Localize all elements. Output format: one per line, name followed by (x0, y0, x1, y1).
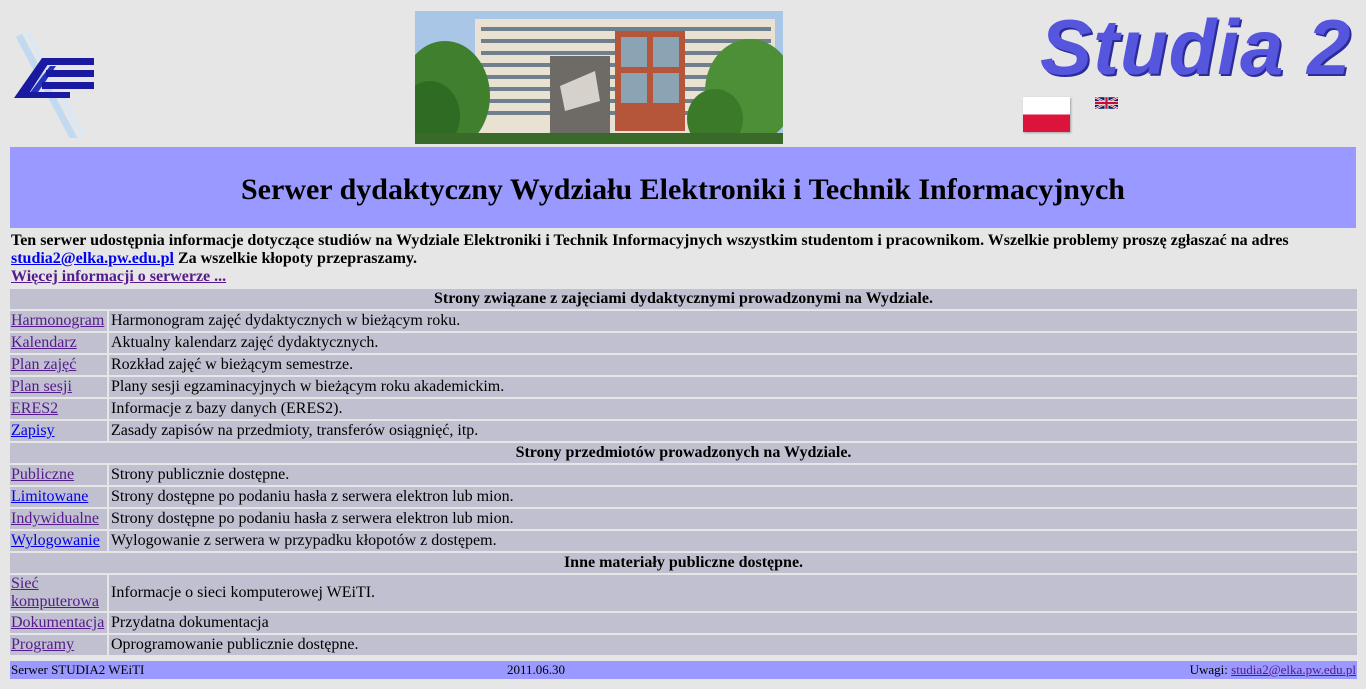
link-siec-komputerowa[interactable]: Sieć komputerowa (11, 575, 99, 610)
row-description: Oprogramowanie publicznie dostępne. (109, 635, 1357, 655)
link-wylogowanie[interactable]: Wylogowanie (11, 532, 100, 549)
link-zapisy[interactable]: Zapisy (11, 422, 55, 439)
table-row: Plan zajęć Rozkład zajęć w bieżącym seme… (10, 355, 1357, 375)
row-description: Zasady zapisów na przedmioty, transferów… (109, 421, 1357, 441)
link-limitowane[interactable]: Limitowane (11, 488, 88, 505)
link-publiczne[interactable]: Publiczne (11, 466, 74, 483)
link-indywidualne[interactable]: Indywidualne (11, 510, 99, 527)
table-row: Plan sesji Plany sesji egzaminacyjnych w… (10, 377, 1357, 397)
table-row: Publiczne Strony publicznie dostępne. (10, 465, 1357, 485)
link-plan-zajec[interactable]: Plan zajęć (11, 356, 76, 373)
table-row: Wylogowanie Wylogowanie z serwera w przy… (10, 531, 1357, 551)
table-row: Sieć komputerowa Informacje o sieci komp… (10, 575, 1357, 611)
section-heading: Strony przedmiotów prowadzonych na Wydzi… (10, 443, 1357, 463)
link-kalendarz[interactable]: Kalendarz (11, 334, 77, 351)
faculty-building-photo (415, 11, 783, 144)
weiti-logo-icon[interactable] (12, 28, 98, 142)
row-description: Plany sesji egzaminacyjnych w bieżącym r… (109, 377, 1357, 397)
footer-email-link[interactable]: studia2@elka.pw.edu.pl (1231, 662, 1356, 677)
link-harmonogram[interactable]: Harmonogram (11, 312, 104, 329)
table-row: Limitowane Strony dostępne po podaniu ha… (10, 487, 1357, 507)
section-heading: Strony związane z zajęciami dydaktycznym… (10, 289, 1357, 309)
page-footer: Serwer STUDIA2 WEiTI 2011.06.30 Uwagi: s… (10, 661, 1357, 679)
table-row: Harmonogram Harmonogram zajęć dydaktyczn… (10, 311, 1357, 331)
link-eres2[interactable]: ERES2 (11, 400, 58, 417)
footer-date: 2011.06.30 (507, 662, 566, 677)
page-title: Serwer dydaktyczny Wydziału Elektroniki … (241, 172, 1125, 206)
row-description: Harmonogram zajęć dydaktycznych w bieżąc… (109, 311, 1357, 331)
row-description: Informacje z bazy danych (ERES2). (109, 399, 1357, 419)
link-dokumentacja[interactable]: Dokumentacja (11, 614, 104, 631)
row-description: Rozkład zajęć w bieżącym semestrze. (109, 355, 1357, 375)
row-description: Przydatna dokumentacja (109, 613, 1357, 633)
intro-text: Ten serwer udostępnia informacje dotyczą… (11, 232, 1289, 249)
footer-remarks: Uwagi: studia2@elka.pw.edu.pl (1190, 661, 1356, 679)
intro-paragraph: Ten serwer udostępnia informacje dotyczą… (11, 232, 1356, 286)
section-header-row: Strony związane z zajęciami dydaktycznym… (10, 289, 1357, 309)
section-header-row: Strony przedmiotów prowadzonych na Wydzi… (10, 443, 1357, 463)
title-banner: Serwer dydaktyczny Wydziału Elektroniki … (10, 147, 1356, 228)
link-programy[interactable]: Programy (11, 636, 74, 653)
footer-server-name: Serwer STUDIA2 WEiTI (11, 662, 145, 677)
row-description: Informacje o sieci komputerowej WEiTI. (109, 575, 1357, 611)
footer-remarks-label: Uwagi: (1189, 662, 1228, 677)
table-row: Zapisy Zasady zapisów na przedmioty, tra… (10, 421, 1357, 441)
brand-logo: Studia 2 (1040, 3, 1352, 91)
row-description: Strony dostępne po podaniu hasła z serwe… (109, 487, 1357, 507)
table-row: Kalendarz Aktualny kalendarz zajęć dydak… (10, 333, 1357, 353)
row-description: Aktualny kalendarz zajęć dydaktycznych. (109, 333, 1357, 353)
link-plan-sesji[interactable]: Plan sesji (11, 378, 72, 395)
table-row: Programy Oprogramowanie publicznie dostę… (10, 635, 1357, 655)
british-flag-icon[interactable] (1094, 95, 1119, 111)
page-header: Studia 2 (0, 0, 1366, 147)
row-description: Wylogowanie z serwera w przypadku kłopot… (109, 531, 1357, 551)
table-row: Indywidualne Strony dostępne po podaniu … (10, 509, 1357, 529)
table-row: ERES2 Informacje z bazy danych (ERES2). (10, 399, 1357, 419)
contact-email-link[interactable]: studia2@elka.pw.edu.pl (11, 250, 174, 267)
row-description: Strony publicznie dostępne. (109, 465, 1357, 485)
links-table: Strony związane z zajęciami dydaktycznym… (10, 287, 1357, 657)
apology-text: Za wszelkie kłopoty przepraszamy. (177, 250, 418, 267)
row-description: Strony dostępne po podaniu hasła z serwe… (109, 509, 1357, 529)
more-info-link[interactable]: Więcej informacji o serwerze ... (11, 268, 226, 285)
table-row: Dokumentacja Przydatna dokumentacja (10, 613, 1357, 633)
section-heading: Inne materiały publiczne dostępne. (10, 553, 1357, 573)
polish-flag-icon[interactable] (1023, 97, 1070, 132)
section-header-row: Inne materiały publiczne dostępne. (10, 553, 1357, 573)
